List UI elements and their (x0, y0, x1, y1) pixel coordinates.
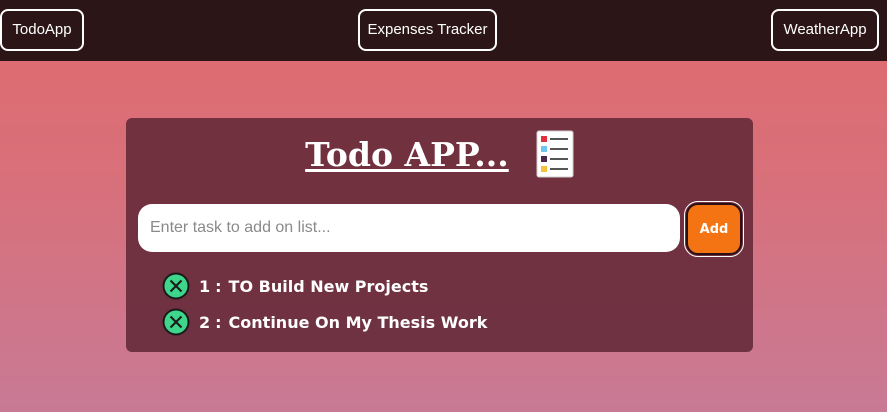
nav-weatherapp-button[interactable]: WeatherApp (771, 9, 879, 51)
todo-card: Todo APP... Add 1 : TO Build New Project… (126, 118, 753, 352)
task-separator: : (215, 276, 222, 296)
task-number: 2 (199, 312, 211, 332)
nav-todoapp-button[interactable]: TodoApp (0, 9, 84, 51)
nav-expenses-tracker-button[interactable]: Expenses Tracker (358, 9, 497, 51)
circle-x-icon[interactable] (162, 308, 190, 336)
add-task-button[interactable]: Add (684, 201, 744, 257)
task-input[interactable] (138, 204, 680, 252)
task-item: 1 : TO Build New Projects (162, 268, 722, 304)
circle-x-icon[interactable] (162, 272, 190, 300)
task-separator: : (215, 312, 222, 332)
clipboard-list-icon (536, 130, 574, 178)
task-text: TO Build New Projects (228, 276, 429, 296)
task-text: Continue On My Thesis Work (228, 312, 488, 332)
page-title: Todo APP... (305, 134, 509, 174)
title-row: Todo APP... (126, 130, 753, 182)
task-item: 2 : Continue On My Thesis Work (162, 304, 722, 340)
task-number: 1 (199, 276, 211, 296)
task-list: 1 : TO Build New Projects 2 : Continue O… (162, 268, 722, 340)
top-navbar: TodoApp Expenses Tracker WeatherApp (0, 0, 887, 61)
